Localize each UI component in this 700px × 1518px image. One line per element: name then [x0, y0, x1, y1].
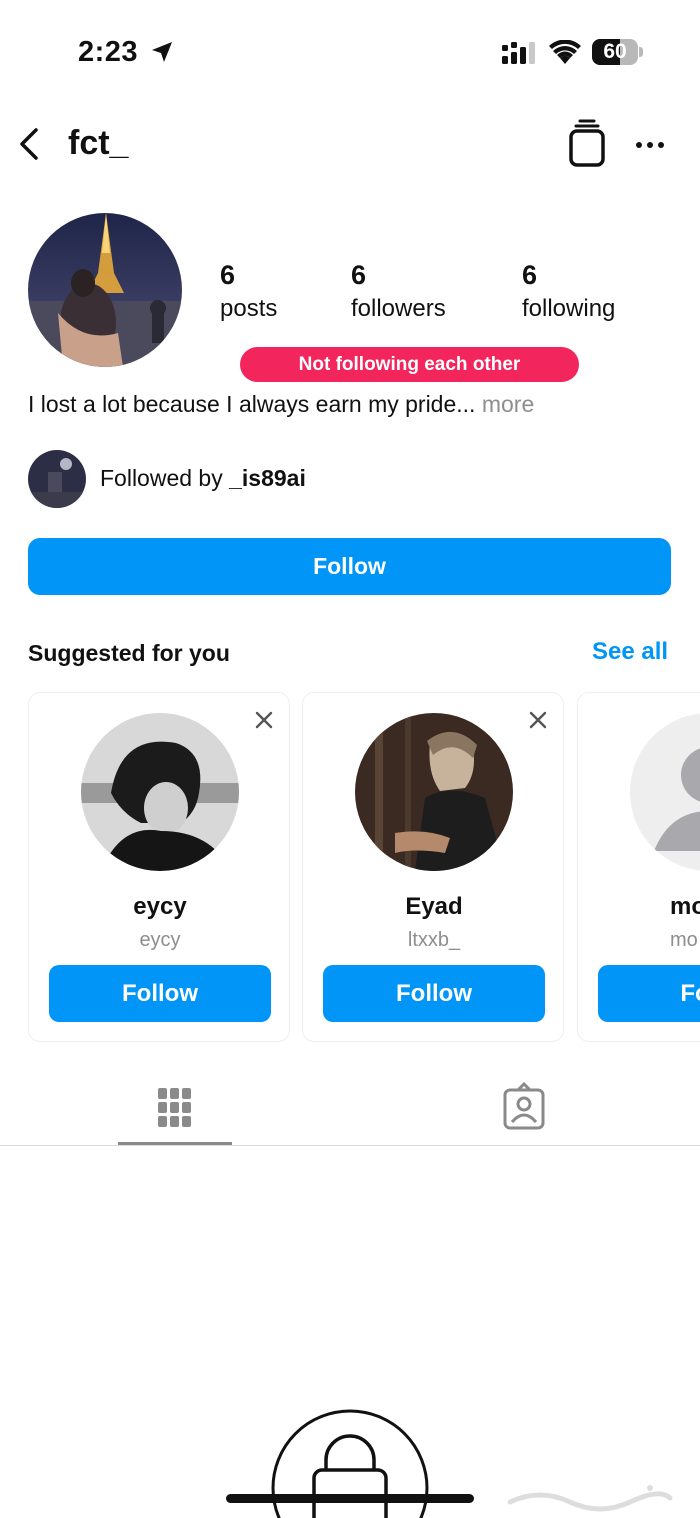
signal-icon — [502, 42, 535, 64]
close-icon[interactable] — [527, 709, 549, 731]
relationship-badge: Not following each other — [240, 347, 579, 382]
profile-bio: I lost a lot because I always earn my pr… — [28, 388, 534, 420]
status-bar: 2:23 60 — [0, 0, 700, 100]
follow-button[interactable]: Follow — [28, 538, 671, 595]
suggestion-name: Eyad — [405, 893, 463, 920]
suggested-title: Suggested for you — [28, 640, 230, 666]
suggestion-avatar[interactable] — [81, 713, 239, 871]
tagged-icon[interactable] — [492, 1078, 556, 1142]
suggestion-follow-button[interactable]: Follow — [323, 965, 545, 1022]
tab-posts-grid[interactable] — [118, 1078, 232, 1146]
tabs-divider — [0, 1145, 700, 1146]
stat-following[interactable]: 6 following — [522, 258, 615, 326]
status-time: 2:23 — [78, 36, 139, 68]
mutual-username: _is89ai — [229, 465, 306, 491]
more-icon[interactable] — [630, 132, 670, 158]
bio-text: I lost a lot because I always earn my pr… — [28, 391, 476, 417]
grid-icon — [158, 1088, 191, 1127]
followers-label: followers — [351, 295, 446, 322]
suggestion-name: eycy — [133, 893, 187, 920]
profile-avatar[interactable] — [28, 213, 182, 367]
suggestion-handle: eycy — [139, 929, 181, 951]
suggestion-name: mo — [670, 893, 700, 920]
following-count: 6 — [522, 260, 538, 290]
mutual-followers[interactable]: Followed by _is89ai — [100, 462, 306, 494]
suggestion-avatar[interactable] — [630, 713, 700, 871]
location-arrow-icon — [152, 42, 172, 62]
profile-username: fct_ — [68, 124, 129, 162]
mutual-follower-avatar[interactable] — [28, 450, 86, 508]
suggestion-card[interactable]: mo mo Follo — [577, 692, 700, 1042]
mutual-prefix: Followed by — [100, 465, 223, 491]
suggestion-card[interactable]: eycy eycy Follow — [28, 692, 290, 1042]
suggestion-follow-button[interactable]: Follow — [49, 965, 271, 1022]
watermark-logo — [507, 1485, 673, 1512]
home-indicator[interactable] — [226, 1494, 474, 1503]
followers-count: 6 — [351, 260, 367, 290]
close-icon[interactable] — [253, 709, 275, 731]
bio-more-link[interactable]: more — [482, 391, 534, 417]
suggestion-handle: mo — [670, 929, 698, 951]
posts-count: 6 — [220, 260, 236, 290]
battery-icon: 60 — [592, 39, 644, 65]
following-label: following — [522, 295, 616, 322]
suggestion-avatar[interactable] — [355, 713, 513, 871]
suggestion-card[interactable]: Eyad ltxxb_ Follow — [302, 692, 564, 1042]
suggestion-follow-button[interactable]: Follo — [598, 965, 700, 1022]
suggestion-handle: ltxxb_ — [407, 929, 461, 951]
stat-posts[interactable]: 6 posts — [220, 258, 277, 326]
stat-followers[interactable]: 6 followers — [351, 258, 446, 326]
posts-label: posts — [220, 295, 278, 322]
battery-level: 60 — [603, 40, 627, 63]
see-all-link[interactable]: See all — [592, 638, 668, 666]
back-icon[interactable] — [12, 124, 48, 164]
threads-icon[interactable] — [566, 118, 608, 168]
wifi-icon — [549, 40, 581, 64]
